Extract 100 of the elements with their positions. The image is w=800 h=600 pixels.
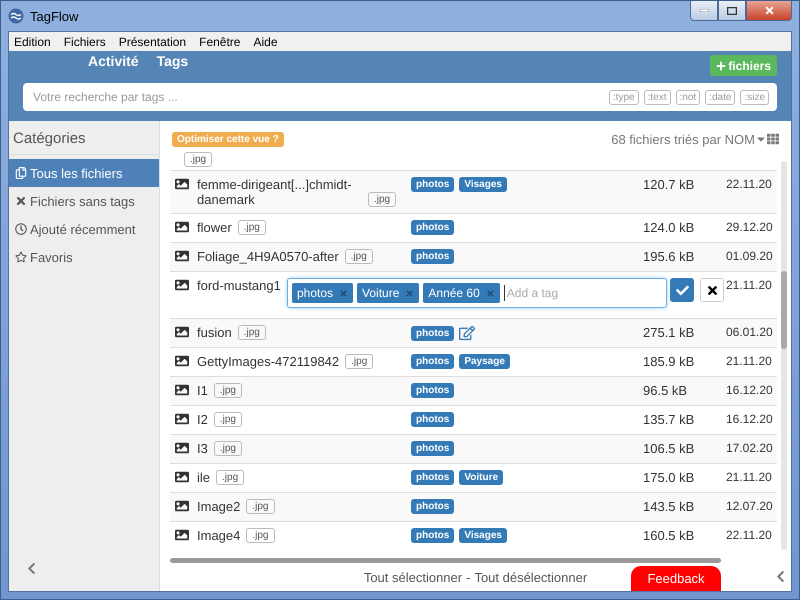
file-name: Image2 xyxy=(197,499,240,514)
extension-tag: .jpg xyxy=(238,220,266,236)
menu-item[interactable]: Aide xyxy=(253,34,278,48)
tag[interactable]: Voiture xyxy=(459,470,504,486)
tag[interactable]: photos xyxy=(411,528,454,544)
extension-tag: .jpg xyxy=(214,441,242,456)
image-file-icon xyxy=(175,470,189,484)
file-date: 29.12.20 xyxy=(726,220,774,234)
menu-item[interactable]: Fichiers xyxy=(64,34,106,48)
file-date: 12.07.20 xyxy=(726,499,774,514)
check-icon[interactable] xyxy=(676,284,688,297)
tag[interactable]: photos xyxy=(411,220,454,236)
extension-tag: .jpg xyxy=(345,354,374,370)
clock-icon xyxy=(15,223,27,235)
file-date: 22.11.20 xyxy=(726,528,773,542)
minimize-icon[interactable] xyxy=(700,9,708,12)
file-name: flower xyxy=(197,220,232,236)
separator-text: - xyxy=(466,570,470,584)
image-file-icon xyxy=(175,383,189,398)
tag[interactable]: photos xyxy=(411,177,454,192)
tag[interactable]: Visages xyxy=(459,177,507,192)
tag[interactable]: photos xyxy=(411,383,454,398)
horizontal-scrollbar[interactable] xyxy=(170,558,721,563)
sidebar-item[interactable]: Tous les fichiers xyxy=(9,159,159,187)
extension-tag: .jpg xyxy=(216,470,244,486)
extension-tag: .jpg xyxy=(344,249,373,264)
feedback-button[interactable]: Feedback xyxy=(631,566,721,591)
tag[interactable]: photos xyxy=(411,441,454,456)
sidebar-item[interactable]: Favoris xyxy=(9,243,159,271)
star-icon xyxy=(15,251,27,263)
files-icon xyxy=(15,167,27,179)
tag[interactable]: Année 60 xyxy=(423,283,500,304)
tag[interactable]: photos xyxy=(411,354,454,370)
image-file-icon xyxy=(175,177,189,192)
extension-tag: .jpg xyxy=(246,499,274,514)
file-size: 120.7 kB xyxy=(643,177,696,192)
file-size: 143.5 kB xyxy=(643,499,696,514)
cancel-button[interactable] xyxy=(700,278,724,302)
image-file-icon xyxy=(175,278,189,292)
filter-chip[interactable]: :text xyxy=(644,90,670,104)
file-name: I3 xyxy=(197,441,208,456)
file-date: 21.11.20 xyxy=(726,354,773,368)
sidebar-title: Catégories xyxy=(9,121,159,155)
file-date: 06.01.20 xyxy=(726,325,774,340)
filter-chip[interactable]: :date xyxy=(705,90,736,104)
nav-tab[interactable]: Activité xyxy=(88,51,139,69)
maximize-icon[interactable] xyxy=(727,6,737,14)
deselect-all-link[interactable]: Tout désélectionner xyxy=(474,570,588,584)
file-size: 135.7 kB xyxy=(643,412,696,428)
grid-view-icon[interactable] xyxy=(767,133,779,145)
filter-chip[interactable]: :size xyxy=(740,90,769,104)
close-button[interactable] xyxy=(746,1,792,21)
edit-icon[interactable] xyxy=(459,325,476,342)
minimize-button[interactable] xyxy=(690,1,718,21)
tag-editor[interactable]: photos Voiture Année 60 Add a tag xyxy=(287,278,667,308)
vertical-scrollbar[interactable] xyxy=(781,161,787,550)
tag[interactable]: Visages xyxy=(459,528,507,544)
cross-icon xyxy=(15,195,27,207)
menu-item[interactable]: Présentation xyxy=(118,34,186,48)
filter-chip[interactable]: :not xyxy=(676,90,700,104)
file-size: 124.0 kB xyxy=(643,220,696,236)
sidebar-item[interactable]: Fichiers sans tags xyxy=(9,187,159,215)
tag[interactable]: photos xyxy=(292,283,354,304)
extension-tag: .jpg xyxy=(368,192,396,208)
select-all-link[interactable]: Tout sélectionner xyxy=(364,570,462,584)
file-size: 175.0 kB xyxy=(643,470,696,486)
file-size: 160.5 kB xyxy=(643,528,696,544)
menu-item[interactable]: Fenêtre xyxy=(199,34,240,48)
image-file-icon xyxy=(175,354,189,368)
sidebar-item[interactable]: Ajouté récemment xyxy=(9,215,159,243)
file-date: 22.11.20 xyxy=(726,177,773,192)
file-name: fusion xyxy=(197,325,232,340)
file-size: 195.6 kB xyxy=(643,249,696,264)
image-file-icon xyxy=(175,499,189,514)
file-name: femme-dirigeant[...]chmidt-danemark xyxy=(197,177,353,208)
image-file-icon xyxy=(175,220,189,234)
file-size: 96.5 kB xyxy=(643,383,688,398)
image-file-icon xyxy=(175,249,189,264)
tag[interactable]: photos xyxy=(411,326,454,341)
chevron-left-icon[interactable] xyxy=(774,570,787,583)
add-files-button[interactable]: fichiers xyxy=(710,55,777,76)
window-title: TagFlow xyxy=(30,8,78,24)
tag[interactable]: Voiture xyxy=(357,283,420,304)
menu-item[interactable]: Edition xyxy=(14,34,51,48)
tag[interactable]: photos xyxy=(411,412,454,428)
sort-label[interactable]: 68 fichiers triés par NOM xyxy=(611,132,755,146)
tag[interactable]: photos xyxy=(411,499,454,514)
tag[interactable]: photos xyxy=(411,249,454,264)
extension-tag: .jpg xyxy=(214,412,242,428)
maximize-button[interactable] xyxy=(718,1,746,21)
filter-chip[interactable]: :type xyxy=(608,90,639,104)
file-date: 16.12.20 xyxy=(726,383,774,398)
close-icon[interactable] xyxy=(706,284,718,297)
tag[interactable]: Paysage xyxy=(459,354,510,370)
search-field[interactable]: Votre recherche par tags ... :type :text :not :date :size xyxy=(23,83,777,111)
extension-tag: .jpg xyxy=(214,383,242,398)
confirm-button[interactable] xyxy=(670,278,694,302)
nav-tab[interactable]: Tags xyxy=(156,51,188,69)
app-logo-icon xyxy=(8,8,24,24)
tag[interactable]: photos xyxy=(411,470,454,486)
